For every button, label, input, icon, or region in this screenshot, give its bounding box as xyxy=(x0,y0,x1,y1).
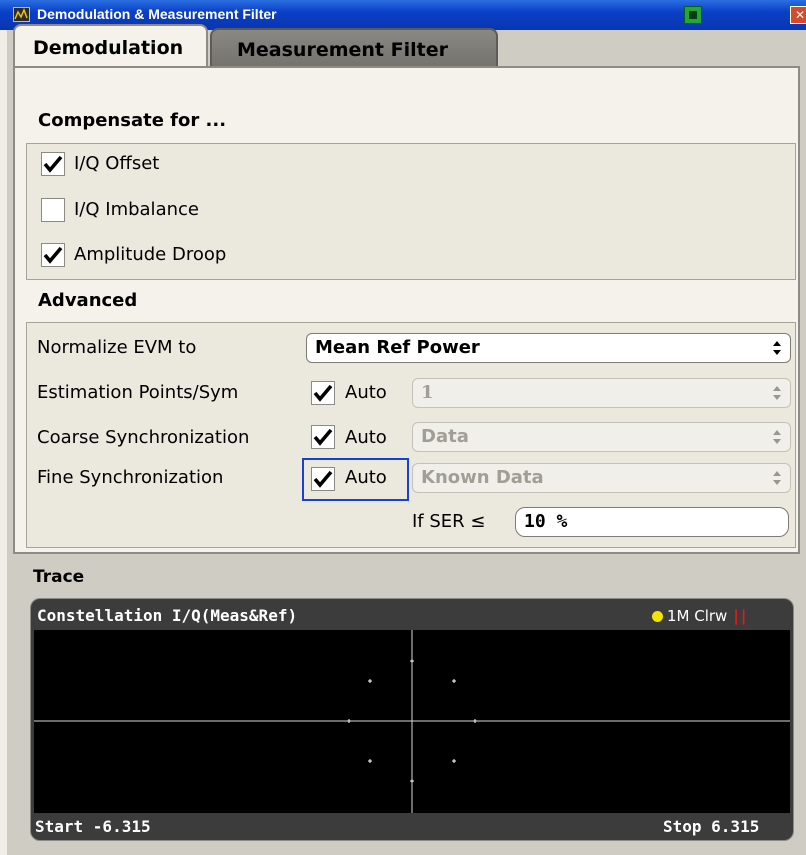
advanced-heading: Advanced xyxy=(38,290,138,311)
constellation-point xyxy=(452,679,456,683)
fine-auto-label: Auto xyxy=(345,467,387,488)
fine-sync-value: Known Data xyxy=(421,467,544,488)
close-button[interactable]: ✕ xyxy=(790,6,806,24)
constellation-point xyxy=(368,679,372,683)
constellation-point xyxy=(368,759,372,763)
tab-demodulation[interactable]: Demodulation xyxy=(13,24,208,66)
iq-offset-label: I/Q Offset xyxy=(74,153,160,174)
trace-legend: 1M Clrw || xyxy=(652,607,748,625)
trace-legend-text: 1M Clrw xyxy=(667,607,728,625)
fine-sync-label: Fine Synchronization xyxy=(37,467,224,488)
amplitude-droop-checkbox[interactable] xyxy=(41,243,65,267)
constellation-point xyxy=(410,659,414,663)
constellation-plot[interactable] xyxy=(34,630,790,813)
constellation-point xyxy=(452,759,456,763)
constellation-point xyxy=(347,719,351,723)
fine-auto-checkbox[interactable] xyxy=(311,467,335,491)
minimize-button[interactable] xyxy=(684,6,702,24)
normalize-evm-select[interactable]: Mean Ref Power xyxy=(306,333,791,363)
coarse-sync-label: Coarse Synchronization xyxy=(37,427,250,448)
ser-threshold-input[interactable]: 10 % xyxy=(515,507,789,537)
constellation-point xyxy=(473,719,477,723)
coarse-auto-label: Auto xyxy=(345,427,387,448)
estimation-points-select[interactable]: 1 xyxy=(412,378,791,408)
coarse-auto-checkbox[interactable] xyxy=(311,425,335,449)
window-title: Demodulation & Measurement Filter xyxy=(37,6,277,22)
fine-sync-select[interactable]: Known Data xyxy=(412,463,791,493)
coarse-sync-value: Data xyxy=(421,426,469,447)
tab-demodulation-label: Demodulation xyxy=(33,37,184,59)
trace-stop: Stop 6.315 xyxy=(663,817,760,836)
updown-arrows-icon xyxy=(773,341,781,355)
updown-arrows-icon xyxy=(773,471,781,485)
tab-measurement-filter[interactable]: Measurement Filter xyxy=(210,28,498,66)
estimation-auto-label: Auto xyxy=(345,382,387,403)
estimation-points-label: Estimation Points/Sym xyxy=(37,382,239,403)
iq-offset-checkbox[interactable] xyxy=(41,152,65,176)
ser-threshold-value: 10 % xyxy=(524,511,568,532)
ser-label: If SER ≤ xyxy=(412,511,486,532)
normalize-evm-label: Normalize EVM to xyxy=(37,337,197,358)
amplitude-droop-label: Amplitude Droop xyxy=(74,244,227,265)
constellation-point xyxy=(410,779,414,783)
trace-dot-icon xyxy=(652,611,663,622)
trace-title: Constellation I/Q(Meas&Ref) xyxy=(37,606,298,625)
trace-start: Start -6.315 xyxy=(35,817,151,836)
updown-arrows-icon xyxy=(773,430,781,444)
app-icon xyxy=(13,7,30,22)
trace-marker-icon: || xyxy=(733,607,749,625)
compensate-heading: Compensate for ... xyxy=(38,110,227,131)
estimation-points-value: 1 xyxy=(421,382,434,403)
iq-imbalance-checkbox[interactable] xyxy=(41,198,65,222)
tab-measurement-filter-label: Measurement Filter xyxy=(237,39,448,61)
trace-heading: Trace xyxy=(33,567,85,587)
estimation-auto-checkbox[interactable] xyxy=(311,381,335,405)
normalize-evm-value: Mean Ref Power xyxy=(315,337,480,358)
coarse-sync-select[interactable]: Data xyxy=(412,422,791,452)
iq-imbalance-label: I/Q Imbalance xyxy=(74,199,199,220)
updown-arrows-icon xyxy=(773,386,781,400)
constellation-canvas xyxy=(34,630,790,813)
